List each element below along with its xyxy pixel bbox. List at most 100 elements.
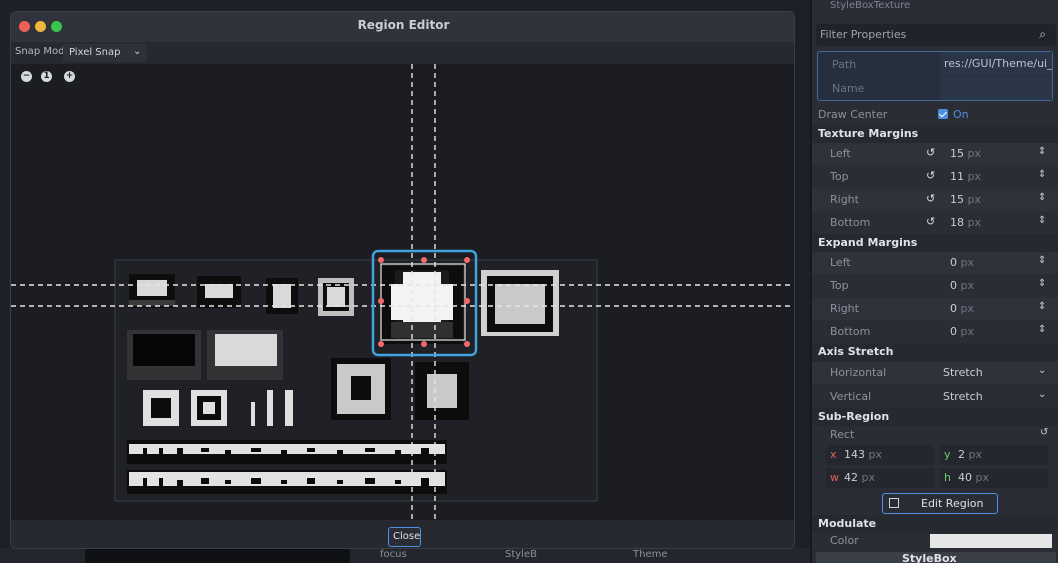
tm-bottom-value[interactable]: 18 px: [950, 216, 981, 229]
y-value: 2 px: [958, 448, 982, 461]
rect-row: Rect ↺: [812, 424, 1058, 446]
spinner-icon[interactable]: ⇕: [1038, 169, 1046, 180]
selected-sprite: [381, 266, 463, 344]
spinner-icon[interactable]: ⇕: [1038, 255, 1046, 266]
em-top-row[interactable]: Top 0 px ⇕: [812, 275, 1058, 297]
rect-h-field[interactable]: h 40 px: [940, 468, 1048, 488]
path-field[interactable]: res://GUI/Theme/ui_e: [940, 52, 1052, 76]
vertical-label: Vertical: [830, 390, 872, 403]
theme-label[interactable]: Theme: [633, 549, 668, 560]
app-root: focus StyleB Theme StyleBoxTexture Filte…: [0, 0, 1058, 563]
snap-mode-select[interactable]: Pixel Snap ⌄: [63, 44, 147, 62]
x-key: x: [830, 448, 837, 461]
rect-y-field[interactable]: y 2 px: [940, 445, 1048, 465]
em-right-row[interactable]: Right 0 px ⇕: [812, 298, 1058, 320]
tm-bottom-label: Bottom: [830, 216, 871, 229]
em-right-label: Right: [830, 302, 859, 315]
inspector-top: StyleBoxTexture: [812, 0, 1058, 22]
tm-left-value[interactable]: 15 px: [950, 147, 981, 160]
em-top-value[interactable]: 0 px: [950, 279, 974, 292]
sub-region-title: Sub-Region: [818, 410, 890, 423]
resource-box: Path res://GUI/Theme/ui_e Name: [817, 51, 1053, 101]
region-canvas[interactable]: − 1 +: [11, 64, 794, 520]
em-bottom-label: Bottom: [830, 325, 871, 338]
snap-mode-value: Pixel Snap: [69, 47, 121, 58]
spinner-icon[interactable]: ⇕: [1038, 215, 1046, 226]
modulate-color-swatch[interactable]: [930, 534, 1052, 548]
texture-margins-header[interactable]: Texture Margins: [812, 125, 1058, 143]
spinner-icon[interactable]: ⇕: [1038, 146, 1046, 157]
draw-center-checkbox[interactable]: On: [938, 108, 969, 121]
name-label: Name: [832, 82, 865, 95]
vertical-row[interactable]: Vertical Stretch ⌄: [812, 386, 1058, 408]
spinner-icon[interactable]: ⇕: [1038, 278, 1046, 289]
editor-bottom-bar: focus StyleB Theme: [0, 548, 810, 563]
dialog-title: Region Editor: [357, 18, 450, 32]
dialog-footer: Close: [11, 520, 794, 548]
name-field[interactable]: [940, 77, 1052, 100]
expand-margins-header[interactable]: Expand Margins: [812, 234, 1058, 252]
rect-w-field[interactable]: w 42 px: [826, 468, 934, 488]
edit-region-button[interactable]: Edit Region: [882, 493, 998, 514]
em-top-label: Top: [830, 279, 849, 292]
draw-center-row: Draw Center On: [812, 104, 1058, 126]
path-label: Path: [832, 58, 857, 71]
close-button[interactable]: Close: [388, 527, 421, 547]
texture-atlas: [11, 64, 794, 520]
draw-center-label: Draw Center: [818, 108, 888, 121]
inspector-panel: StyleBoxTexture Filter Properties ⌕ Path…: [812, 0, 1058, 563]
em-left-row[interactable]: Left 0 px ⇕: [812, 252, 1058, 274]
tm-top-row[interactable]: Top ↺ 11 px ⇕: [812, 166, 1058, 188]
y-key: y: [944, 448, 951, 461]
em-left-value[interactable]: 0 px: [950, 256, 974, 269]
filter-properties-input[interactable]: Filter Properties ⌕: [816, 24, 1056, 46]
revert-icon[interactable]: ↺: [926, 146, 935, 159]
em-right-value[interactable]: 0 px: [950, 302, 974, 315]
tm-top-label: Top: [830, 170, 849, 183]
h-key: h: [944, 471, 951, 484]
spinner-icon[interactable]: ⇕: [1038, 192, 1046, 203]
filter-placeholder: Filter Properties: [820, 28, 907, 41]
focus-label[interactable]: focus: [380, 549, 407, 560]
tm-left-label: Left: [830, 147, 851, 160]
tm-right-value[interactable]: 15 px: [950, 193, 981, 206]
vertical-scrollbar[interactable]: [794, 180, 795, 350]
em-bottom-value[interactable]: 0 px: [950, 325, 974, 338]
horizontal-row[interactable]: Horizontal Stretch ⌄: [812, 362, 1058, 384]
chevron-down-icon: ⌄: [133, 46, 142, 57]
rect-x-field[interactable]: x 143 px: [826, 445, 934, 465]
revert-icon[interactable]: ↺: [926, 215, 935, 228]
revert-icon[interactable]: ↺: [926, 192, 935, 205]
axis-stretch-header[interactable]: Axis Stretch: [812, 343, 1058, 361]
tm-right-row[interactable]: Right ↺ 15 px ⇕: [812, 189, 1058, 211]
region-editor-dialog: Region Editor Snap Mode: Pixel Snap ⌄ − …: [10, 11, 795, 549]
large-sprite: [481, 270, 559, 336]
chevron-down-icon[interactable]: ⌄: [1038, 365, 1046, 376]
rect-label: Rect: [830, 428, 855, 441]
tm-top-value[interactable]: 11 px: [950, 170, 981, 183]
tm-right-label: Right: [830, 193, 859, 206]
axis-stretch-title: Axis Stretch: [818, 345, 894, 358]
revert-icon[interactable]: ↺: [1040, 427, 1048, 438]
spinner-icon[interactable]: ⇕: [1038, 324, 1046, 335]
spinner-icon[interactable]: ⇕: [1038, 301, 1046, 312]
w-key: w: [830, 471, 839, 484]
chevron-down-icon[interactable]: ⌄: [1038, 389, 1046, 400]
em-left-label: Left: [830, 256, 851, 269]
stylebox-label: StyleBox: [902, 552, 957, 563]
close-button-label: Close: [393, 531, 421, 542]
tm-bottom-row[interactable]: Bottom ↺ 18 px ⇕: [812, 212, 1058, 234]
edit-region-label: Edit Region: [921, 497, 984, 510]
em-bottom-row[interactable]: Bottom 0 px ⇕: [812, 321, 1058, 343]
dialog-titlebar[interactable]: Region Editor: [11, 12, 794, 42]
horizontal-select[interactable]: Stretch: [943, 366, 983, 379]
styleb-label[interactable]: StyleB: [505, 549, 537, 560]
stylebox-bar[interactable]: StyleBox: [816, 552, 1056, 563]
vertical-select[interactable]: Stretch: [943, 390, 983, 403]
w-value: 42 px: [844, 471, 875, 484]
bottom-dark-block: [85, 548, 350, 563]
revert-icon[interactable]: ↺: [926, 169, 935, 182]
search-icon: ⌕: [1039, 27, 1046, 41]
tm-left-row[interactable]: Left ↺ 15 px ⇕: [812, 143, 1058, 165]
texture-margins-title: Texture Margins: [818, 127, 919, 140]
